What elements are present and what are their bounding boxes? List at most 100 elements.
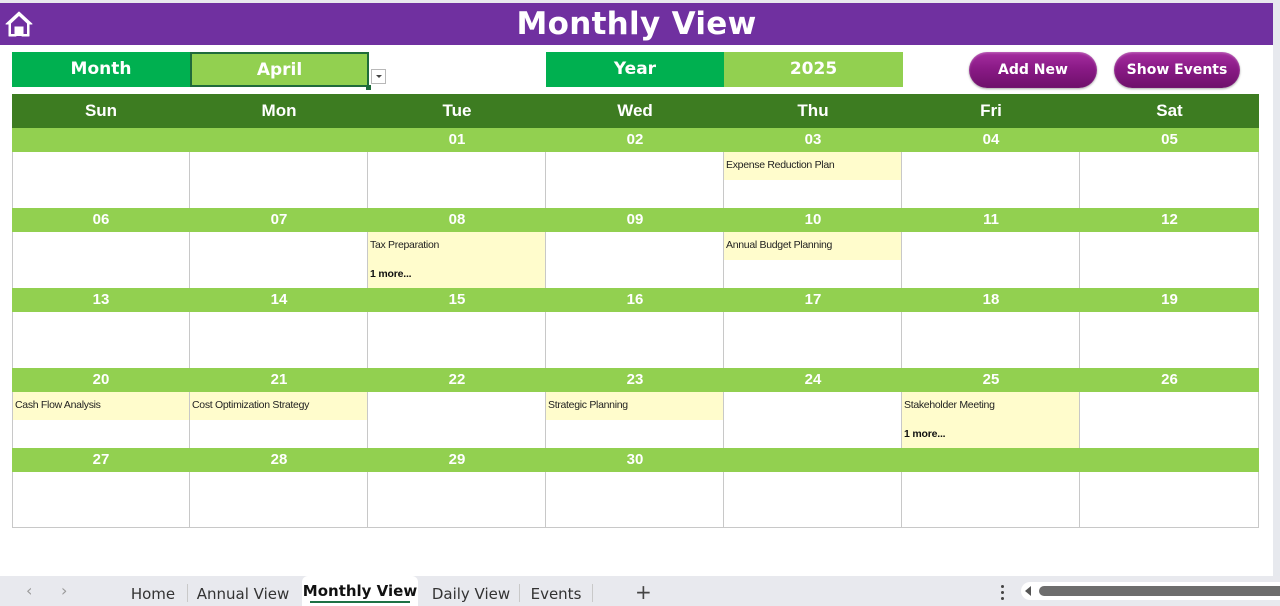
date-number-row: 27 28 29 30 bbox=[12, 448, 1259, 472]
event-block[interactable]: Expense Reduction Plan bbox=[724, 152, 901, 180]
day-cell[interactable] bbox=[190, 312, 368, 368]
day-cell[interactable] bbox=[190, 472, 368, 528]
month-select[interactable]: April bbox=[190, 52, 369, 87]
tab-separator bbox=[187, 584, 188, 602]
event-title: Stakeholder Meeting bbox=[904, 399, 995, 411]
day-cell[interactable] bbox=[546, 472, 724, 528]
year-value[interactable]: 2025 bbox=[724, 52, 903, 87]
day-cell[interactable]: Stakeholder Meeting 1 more... bbox=[902, 392, 1080, 448]
horizontal-scrollbar[interactable] bbox=[1021, 582, 1280, 600]
event-title: Expense Reduction Plan bbox=[726, 159, 835, 171]
event-cell-row: Expense Reduction Plan bbox=[12, 152, 1259, 208]
calendar-week: 01 02 03 04 05 Expense Reduction Plan bbox=[12, 128, 1259, 208]
day-cell[interactable] bbox=[1080, 232, 1259, 288]
home-icon[interactable] bbox=[4, 9, 34, 39]
day-cell[interactable] bbox=[546, 152, 724, 208]
month-dropdown-button[interactable] bbox=[371, 69, 386, 84]
event-cell-row: Tax Preparation 1 more... Annual Budget Pl… bbox=[12, 232, 1259, 288]
date-number: 26 bbox=[1161, 371, 1178, 388]
tab-daily-view[interactable]: Daily View bbox=[427, 582, 515, 606]
tab-home[interactable]: Home bbox=[124, 582, 182, 606]
event-block[interactable]: Tax Preparation 1 more... bbox=[368, 232, 545, 288]
scrollbar-thumb[interactable] bbox=[1039, 586, 1280, 596]
day-cell[interactable] bbox=[1080, 152, 1259, 208]
day-cell[interactable]: Strategic Planning bbox=[546, 392, 724, 448]
day-cell[interactable] bbox=[13, 232, 190, 288]
day-cell[interactable] bbox=[190, 152, 368, 208]
day-cell[interactable] bbox=[368, 472, 546, 528]
date-number bbox=[724, 448, 902, 472]
more-events-link[interactable]: 1 more... bbox=[370, 268, 412, 280]
event-title: Strategic Planning bbox=[548, 399, 628, 411]
tab-monthly-view[interactable]: Monthly View bbox=[302, 576, 418, 606]
more-options-icon[interactable] bbox=[1001, 585, 1005, 601]
tab-events[interactable]: Events bbox=[526, 582, 586, 606]
day-cell[interactable]: Tax Preparation 1 more... bbox=[368, 232, 546, 288]
day-cell[interactable] bbox=[902, 472, 1080, 528]
day-cell[interactable] bbox=[902, 312, 1080, 368]
date-number: 30 bbox=[626, 451, 644, 468]
day-cell[interactable] bbox=[902, 152, 1080, 208]
calendar-week: 27 28 29 30 bbox=[12, 448, 1259, 528]
year-label: Year bbox=[546, 52, 724, 87]
more-events-link[interactable]: 1 more... bbox=[904, 428, 946, 440]
vertical-scrollbar-track[interactable] bbox=[1273, 0, 1280, 576]
day-cell[interactable] bbox=[1080, 312, 1259, 368]
day-cell[interactable] bbox=[724, 472, 902, 528]
date-number: 25 bbox=[982, 371, 1000, 388]
event-title: Tax Preparation bbox=[370, 239, 440, 251]
scroll-left-icon[interactable] bbox=[1025, 586, 1031, 596]
cell-fill-handle[interactable] bbox=[366, 85, 371, 90]
date-number: 16 bbox=[626, 291, 644, 308]
day-cell[interactable] bbox=[368, 152, 546, 208]
date-number-row: 01 02 03 04 05 bbox=[12, 128, 1259, 152]
event-block[interactable]: Strategic Planning bbox=[546, 392, 723, 420]
date-number: 02 bbox=[626, 131, 644, 148]
day-cell[interactable]: Annual Budget Planning bbox=[724, 232, 902, 288]
date-number: 23 bbox=[626, 371, 644, 388]
day-cell[interactable]: Cost Optimization Strategy bbox=[190, 392, 368, 448]
day-cell[interactable] bbox=[546, 312, 724, 368]
show-events-button[interactable]: Show Events bbox=[1114, 52, 1240, 88]
event-block[interactable]: Cost Optimization Strategy bbox=[190, 392, 367, 420]
add-new-button[interactable]: Add New bbox=[969, 52, 1097, 88]
date-number: 08 bbox=[448, 211, 466, 228]
tab-separator bbox=[519, 584, 520, 602]
day-cell[interactable] bbox=[546, 232, 724, 288]
event-block[interactable]: Cash Flow Analysis bbox=[13, 392, 189, 420]
chevron-right-icon[interactable]: › bbox=[61, 581, 67, 600]
event-block[interactable]: Stakeholder Meeting 1 more... bbox=[902, 392, 1079, 448]
day-cell[interactable] bbox=[13, 152, 190, 208]
day-cell[interactable] bbox=[902, 232, 1080, 288]
date-number: 13 bbox=[92, 291, 110, 308]
date-number: 20 bbox=[92, 371, 110, 388]
day-cell[interactable] bbox=[13, 312, 190, 368]
day-cell[interactable]: Expense Reduction Plan bbox=[724, 152, 902, 208]
day-cell[interactable]: Cash Flow Analysis bbox=[13, 392, 190, 448]
date-number: 24 bbox=[804, 371, 822, 388]
date-number-row: 06 07 08 09 10 11 12 bbox=[12, 208, 1259, 232]
day-of-week-mon: Mon bbox=[261, 101, 297, 120]
date-number bbox=[12, 128, 190, 152]
sheet-tab-bar: ‹ › Home Annual View Monthly View Daily … bbox=[0, 576, 1280, 606]
add-sheet-button[interactable]: + bbox=[635, 580, 652, 604]
date-number: 05 bbox=[1161, 131, 1178, 148]
day-cell[interactable] bbox=[13, 472, 190, 528]
date-number: 14 bbox=[270, 291, 288, 308]
event-block[interactable]: Annual Budget Planning bbox=[724, 232, 901, 260]
calendar-week: 06 07 08 09 10 11 12 Tax Preparation 1 more... An… bbox=[12, 208, 1259, 288]
day-cell[interactable] bbox=[368, 312, 546, 368]
chevron-left-icon[interactable]: ‹ bbox=[26, 581, 32, 600]
day-cell[interactable] bbox=[1080, 392, 1259, 448]
day-of-week-sat: Sat bbox=[1156, 101, 1183, 120]
date-number bbox=[190, 128, 368, 152]
day-cell[interactable] bbox=[1080, 472, 1259, 528]
calendar-grid: Sun Mon Tue Wed Thu Fri Sat 01 02 03 04 05 Expense … bbox=[12, 94, 1259, 528]
date-number: 09 bbox=[626, 211, 644, 228]
day-cell[interactable] bbox=[724, 312, 902, 368]
day-cell[interactable] bbox=[724, 392, 902, 448]
day-cell[interactable] bbox=[190, 232, 368, 288]
day-of-week-sun: Sun bbox=[84, 101, 118, 120]
day-cell[interactable] bbox=[368, 392, 546, 448]
tab-annual-view[interactable]: Annual View bbox=[193, 582, 293, 606]
